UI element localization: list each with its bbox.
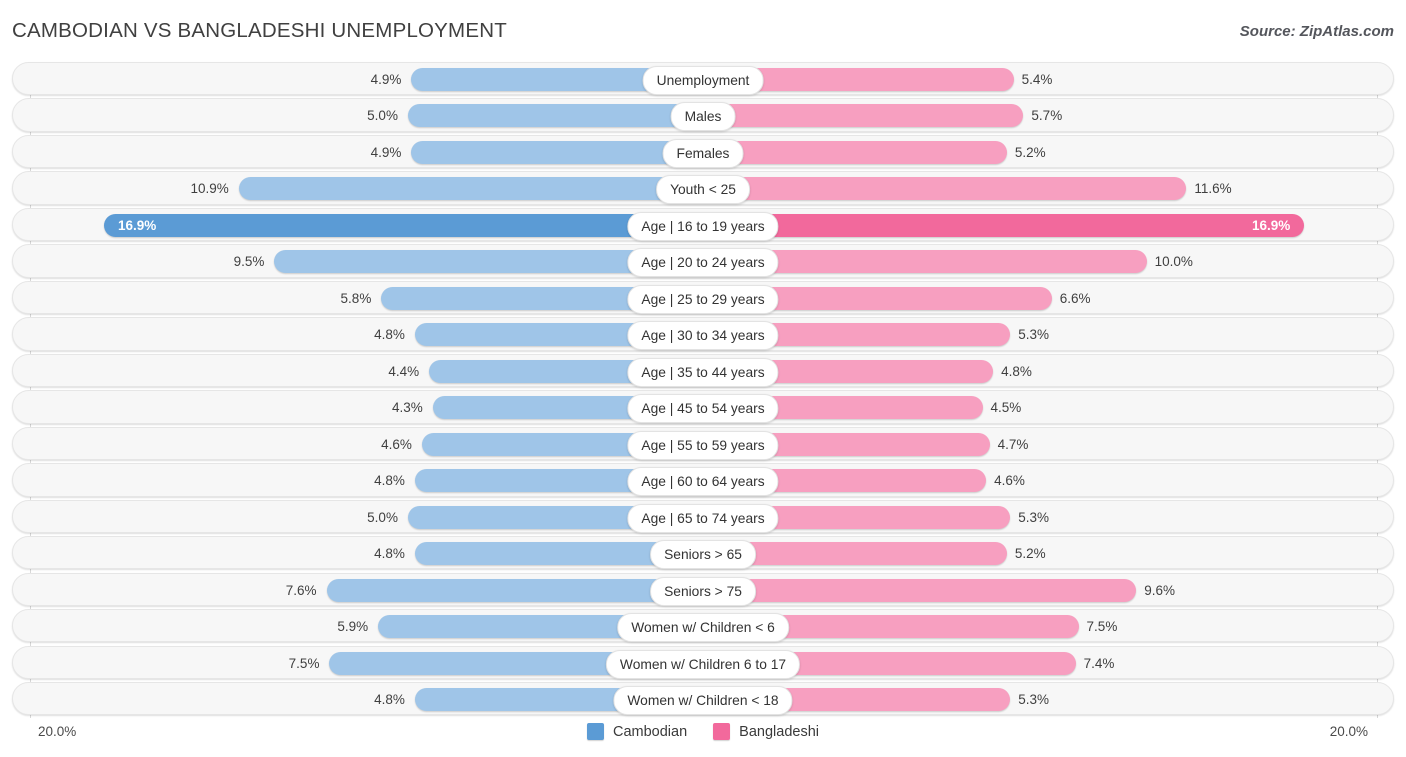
value-label-right: 4.6% — [994, 473, 1025, 489]
value-label-left: 7.5% — [288, 655, 320, 671]
legend-swatch-icon — [587, 723, 604, 740]
table-row[interactable]: 7.5% 7.4% Women w/ Children 6 to 17 — [12, 645, 1394, 679]
value-label-left: 5.8% — [340, 290, 372, 306]
value-label-right: 5.4% — [1021, 72, 1053, 87]
table-row[interactable]: 4.9% 5.2% Females — [12, 134, 1394, 169]
table-row[interactable]: 5.9% 7.5% Women w/ Children < 6 — [12, 609, 1394, 643]
value-label-left: 4.4% — [388, 363, 420, 379]
source-attribution: Source: ZipAtlas.com — [1239, 23, 1394, 40]
table-row[interactable]: 4.6% 4.7% Age | 55 to 59 years — [12, 426, 1394, 461]
value-label-right: 11.6% — [1194, 181, 1232, 197]
legend-item[interactable]: Cambodian — [587, 723, 687, 740]
value-label-left: 4.8% — [374, 692, 405, 708]
bar-left-cambodian — [238, 177, 704, 201]
row-category-label: Women w/ Children < 18 — [613, 686, 793, 716]
table-row[interactable]: 4.3% 4.5% Age | 45 to 54 years — [12, 390, 1394, 424]
bar-left-cambodian — [407, 104, 704, 128]
row-category-label: Females — [662, 138, 744, 168]
value-label-left: 4.3% — [391, 400, 423, 416]
row-category-label: Women w/ Children 6 to 17 — [605, 649, 801, 679]
value-label-left: 7.6% — [285, 582, 317, 598]
row-category-label: Age | 55 to 59 years — [627, 430, 779, 460]
row-category-label: Age | 45 to 54 years — [627, 394, 779, 424]
table-row[interactable]: 5.0% 5.3% Age | 65 to 74 years — [12, 499, 1394, 533]
legend-swatch-icon — [713, 723, 731, 740]
value-label-right: 5.3% — [1018, 327, 1050, 343]
value-label-left: 10.9% — [190, 181, 229, 197]
bar-left-cambodian — [104, 213, 704, 237]
bar-right-bangladeshi — [704, 213, 1304, 237]
value-label-right: 6.6% — [1059, 290, 1091, 306]
bar-right-bangladeshi — [704, 578, 1137, 602]
legend-label: Bangladeshi — [739, 723, 819, 740]
value-label-left: 4.8% — [374, 546, 405, 562]
row-category-label: Age | 25 to 29 years — [627, 284, 779, 314]
table-row[interactable]: 9.5% 10.0% Age | 20 to 24 years — [12, 244, 1394, 278]
value-label-right: 4.7% — [997, 436, 1029, 452]
chart-legend: Cambodian Bangladeshi — [0, 723, 1406, 740]
chart-page: CAMBODIAN VS BANGLADESHI UNEMPLOYMENT So… — [0, 0, 1406, 757]
row-category-label: Age | 35 to 44 years — [627, 357, 779, 387]
value-label-right: 4.8% — [1001, 363, 1032, 379]
row-category-label: Age | 16 to 19 years — [627, 211, 779, 241]
row-category-label: Age | 30 to 34 years — [627, 321, 779, 351]
value-label-left: 4.6% — [381, 436, 412, 452]
value-label-right: 5.3% — [1018, 509, 1050, 525]
value-label-right: 7.5% — [1086, 619, 1118, 635]
legend-item[interactable]: Bangladeshi — [713, 723, 819, 740]
value-label-left: 5.0% — [367, 108, 398, 124]
value-label-left: 16.9% — [118, 217, 157, 233]
row-category-label: Women w/ Children < 6 — [617, 613, 789, 643]
value-label-right: 10.0% — [1154, 254, 1193, 270]
value-label-left: 4.8% — [374, 327, 405, 343]
table-row[interactable]: 4.8% 5.3% Women w/ Children < 18 — [12, 682, 1394, 716]
bar-right-bangladeshi — [704, 177, 1187, 201]
row-category-label: Unemployment — [642, 66, 764, 95]
table-row[interactable]: 16.9% 16.9% Age | 16 to 19 years — [12, 207, 1394, 242]
value-label-right: 9.6% — [1144, 582, 1175, 598]
table-row[interactable]: 4.8% 5.2% Seniors > 65 — [12, 536, 1394, 570]
value-label-left: 4.9% — [370, 144, 402, 160]
value-label-right: 16.9% — [1252, 217, 1291, 233]
value-label-right: 4.5% — [990, 400, 1022, 416]
table-row[interactable]: 4.8% 4.6% Age | 60 to 64 years — [12, 463, 1394, 497]
bar-right-bangladeshi — [704, 104, 1024, 128]
value-label-left: 4.9% — [370, 72, 402, 87]
row-category-label: Youth < 25 — [656, 175, 750, 205]
value-label-right: 7.4% — [1083, 655, 1115, 671]
table-row[interactable]: 5.0% 5.7% Males — [12, 98, 1394, 132]
table-row[interactable]: 4.4% 4.8% Age | 35 to 44 years — [12, 353, 1394, 388]
value-label-right: 5.2% — [1014, 144, 1046, 160]
chart-header: CAMBODIAN VS BANGLADESHI UNEMPLOYMENT So… — [0, 0, 1406, 60]
value-label-right: 5.3% — [1018, 692, 1050, 708]
chart-rows: 4.9% 5.4% Unemployment 5.0% 5.7% Males 4.9% 5.2… — [12, 62, 1394, 719]
chart-footer: 20.0% 20.0% Cambodian Bangladeshi — [0, 718, 1406, 757]
table-row[interactable]: 10.9% 11.6% Youth < 25 — [12, 171, 1394, 205]
row-category-label: Seniors > 65 — [650, 540, 756, 570]
table-row[interactable]: 4.9% 5.4% Unemployment — [12, 62, 1394, 96]
legend-label: Cambodian — [613, 723, 688, 740]
table-row[interactable]: 7.6% 9.6% Seniors > 75 — [12, 572, 1394, 606]
value-label-left: 4.8% — [374, 473, 405, 489]
row-category-label: Age | 60 to 64 years — [627, 467, 779, 497]
value-label-left: 9.5% — [233, 254, 265, 270]
bar-left-cambodian — [411, 140, 704, 164]
row-category-label: Age | 65 to 74 years — [627, 503, 779, 533]
row-category-label: Seniors > 75 — [650, 576, 756, 606]
chart-plot-area: 4.9% 5.4% Unemployment 5.0% 5.7% Males 4.9% 5.2… — [0, 62, 1406, 718]
value-label-left: 5.9% — [337, 619, 369, 635]
row-category-label: Age | 20 to 24 years — [627, 248, 779, 278]
bar-left-cambodian — [326, 578, 704, 602]
row-category-label: Males — [670, 102, 736, 132]
value-label-right: 5.2% — [1014, 546, 1046, 562]
table-row[interactable]: 5.8% 6.6% Age | 25 to 29 years — [12, 280, 1394, 315]
value-label-left: 5.0% — [367, 509, 398, 525]
bar-right-bangladeshi — [704, 140, 1007, 164]
table-row[interactable]: 4.8% 5.3% Age | 30 to 34 years — [12, 317, 1394, 351]
page-title: CAMBODIAN VS BANGLADESHI UNEMPLOYMENT — [12, 19, 507, 42]
value-label-right: 5.7% — [1031, 108, 1063, 124]
